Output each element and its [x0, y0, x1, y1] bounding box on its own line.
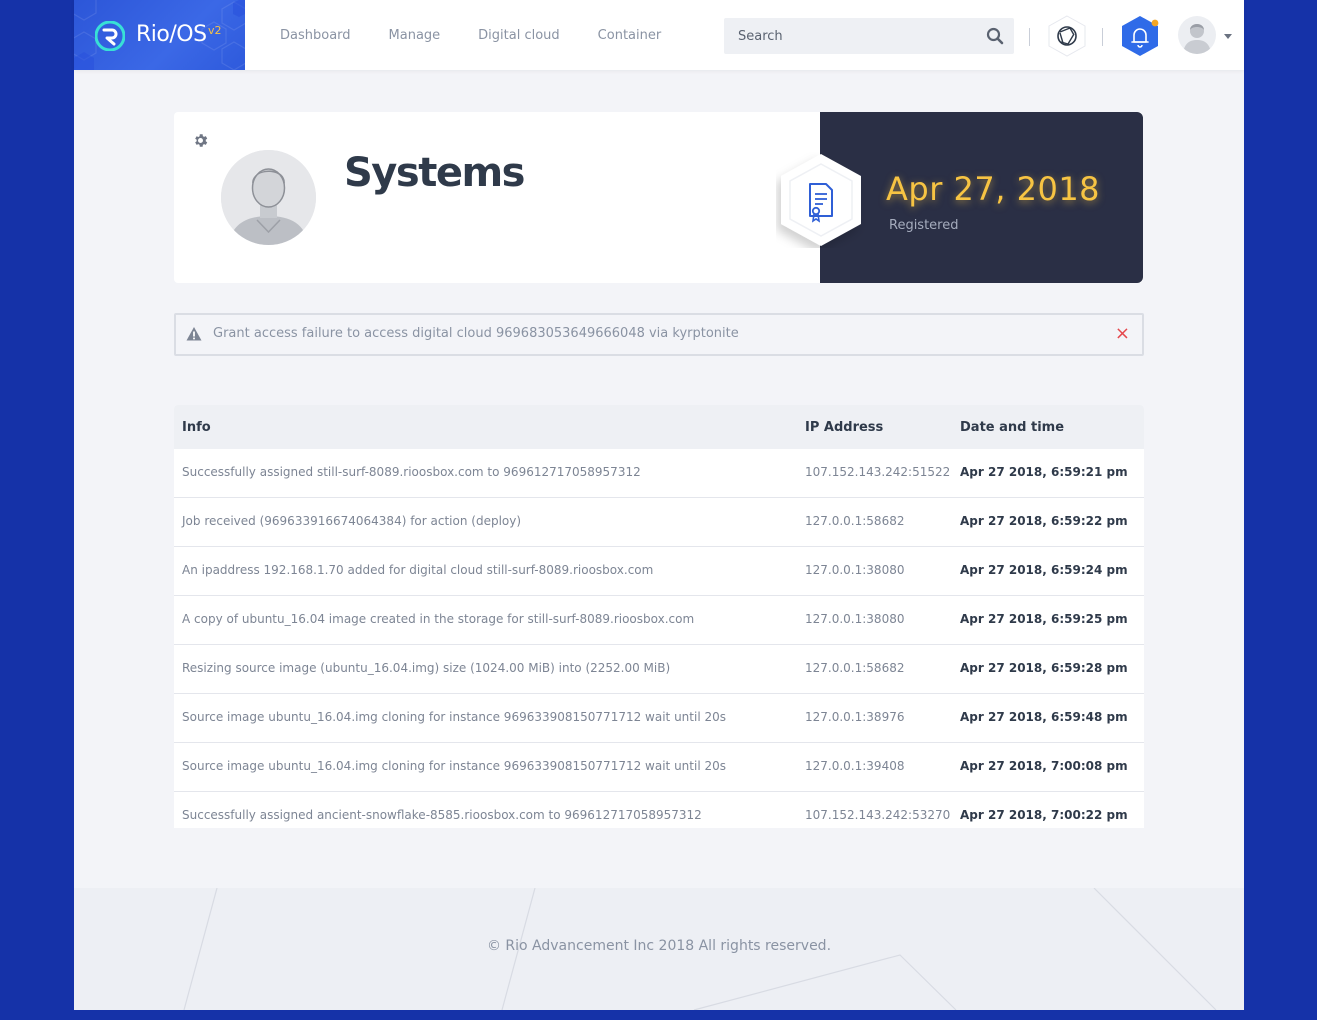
activity-table: Info IP Address Date and time Successful… [174, 405, 1144, 828]
row-datetime: Apr 27 2018, 6:59:25 pm [960, 612, 1128, 626]
user-silhouette-icon [1183, 24, 1211, 54]
row-ip: 127.0.0.1:39408 [805, 759, 905, 773]
brand-logo[interactable]: Rio/OS v2 [74, 0, 245, 70]
table-header: Info IP Address Date and time [174, 405, 1144, 453]
row-info: An ipaddress 192.168.1.70 added for digi… [182, 563, 654, 577]
search-input[interactable] [724, 18, 964, 54]
row-datetime: Apr 27 2018, 6:59:24 pm [960, 563, 1128, 577]
table-row[interactable]: A copy of ubuntu_16.04 image created in … [174, 596, 1144, 645]
search-icon[interactable] [986, 27, 1004, 45]
row-datetime: Apr 27 2018, 6:59:22 pm [960, 514, 1128, 528]
row-datetime: Apr 27 2018, 6:59:48 pm [960, 710, 1128, 724]
profile-title: Systems [344, 150, 525, 196]
table-row[interactable]: An ipaddress 192.168.1.70 added for digi… [174, 547, 1144, 596]
row-ip: 127.0.0.1:38976 [805, 710, 905, 724]
nav-container[interactable]: Container [598, 28, 662, 43]
brand-name: Rio/OS [136, 22, 207, 47]
row-info: Source image ubuntu_16.04.img cloning fo… [182, 710, 726, 724]
row-ip: 107.152.143.242:53270 [805, 808, 951, 822]
row-ip: 107.152.143.242:51522 [805, 465, 951, 479]
page-footer: © Rio Advancement Inc 2018 All rights re… [74, 888, 1244, 1010]
user-silhouette-icon [221, 150, 316, 245]
profile-avatar [221, 150, 316, 245]
table-row[interactable]: Successfully assigned ancient-snowflake-… [174, 792, 1144, 828]
brand-version: v2 [208, 24, 222, 37]
row-ip: 127.0.0.1:38080 [805, 563, 905, 577]
row-info: Successfully assigned ancient-snowflake-… [182, 808, 702, 822]
alert-message: Grant access failure to access digital c… [213, 326, 739, 341]
nav-manage[interactable]: Manage [389, 28, 441, 43]
registered-date: Apr 27, 2018 [886, 170, 1101, 208]
table-row[interactable]: Source image ubuntu_16.04.img cloning fo… [174, 694, 1144, 743]
table-row[interactable]: Successfully assigned still-surf-8089.ri… [174, 449, 1144, 498]
row-ip: 127.0.0.1:58682 [805, 661, 905, 675]
gear-icon[interactable] [192, 132, 209, 149]
row-info: Job received (969633916674064384) for ac… [182, 514, 522, 528]
header-divider [1029, 28, 1030, 46]
certificate-document-icon [781, 154, 861, 246]
row-datetime: Apr 27 2018, 6:59:28 pm [960, 661, 1128, 675]
table-row[interactable]: Resizing source image (ubuntu_16.04.img)… [174, 645, 1144, 694]
profile-card: Systems Apr 27, 2018 Registered [174, 112, 1143, 283]
close-icon[interactable]: × [1115, 323, 1130, 345]
row-datetime: Apr 27 2018, 7:00:22 pm [960, 808, 1128, 822]
header-divider [1102, 28, 1103, 46]
alert-banner: Grant access failure to access digital c… [174, 313, 1144, 356]
row-datetime: Apr 27 2018, 7:00:08 pm [960, 759, 1128, 773]
bell-icon[interactable] [1119, 15, 1161, 57]
row-info: Successfully assigned still-surf-8089.ri… [182, 465, 641, 479]
warning-triangle-icon [186, 327, 202, 341]
page: Rio/OS v2 Dashboard Manage Digital cloud… [74, 0, 1244, 1010]
row-ip: 127.0.0.1:38080 [805, 612, 905, 626]
nav-dashboard[interactable]: Dashboard [280, 28, 351, 43]
row-info: A copy of ubuntu_16.04 image created in … [182, 612, 695, 626]
aperture-icon[interactable] [1046, 15, 1088, 57]
row-datetime: Apr 27 2018, 6:59:21 pm [960, 465, 1128, 479]
column-header-datetime: Date and time [960, 420, 1065, 435]
column-header-ip: IP Address [805, 420, 884, 435]
registered-label: Registered [889, 218, 959, 233]
row-info: Source image ubuntu_16.04.img cloning fo… [182, 759, 726, 773]
column-header-info: Info [182, 420, 211, 435]
row-ip: 127.0.0.1:58682 [805, 514, 905, 528]
nav-digital-cloud[interactable]: Digital cloud [478, 28, 560, 43]
rio-logo-icon [95, 21, 125, 51]
user-menu-caret[interactable] [1224, 34, 1232, 39]
main-nav: Dashboard Manage Digital cloud Container [280, 0, 699, 70]
user-avatar[interactable] [1178, 16, 1216, 54]
footer-copyright: © Rio Advancement Inc 2018 All rights re… [486, 938, 832, 954]
row-info: Resizing source image (ubuntu_16.04.img)… [182, 661, 671, 675]
table-row[interactable]: Job received (969633916674064384) for ac… [174, 498, 1144, 547]
table-row[interactable]: Source image ubuntu_16.04.img cloning fo… [174, 743, 1144, 792]
top-header: Rio/OS v2 Dashboard Manage Digital cloud… [74, 0, 1244, 70]
search-box [724, 18, 1014, 54]
